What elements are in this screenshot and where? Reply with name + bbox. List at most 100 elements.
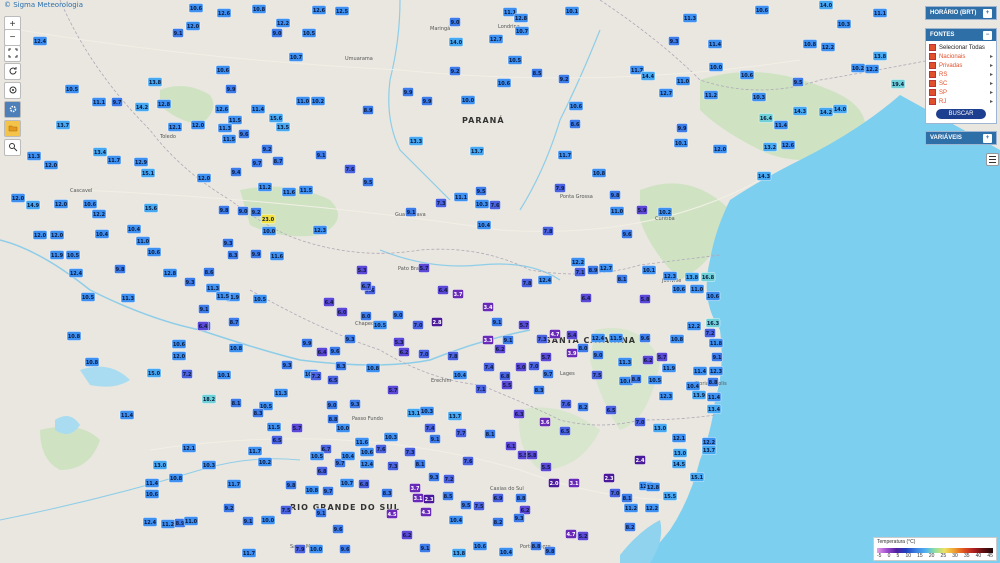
station-marker[interactable]: 8.8: [327, 414, 339, 424]
fontes-item-sc[interactable]: SC ▸: [926, 79, 996, 88]
station-marker[interactable]: 10.8: [84, 357, 100, 367]
station-marker[interactable]: 12.0: [10, 193, 26, 203]
station-marker[interactable]: 10.0: [460, 95, 476, 105]
station-marker[interactable]: 10.6: [144, 489, 160, 499]
station-marker[interactable]: 2.3: [603, 473, 615, 483]
station-marker[interactable]: 9.5: [475, 186, 487, 196]
station-marker[interactable]: 11.5: [298, 185, 314, 195]
station-marker[interactable]: 12.3: [658, 391, 674, 401]
fontes-item-rj[interactable]: RJ ▸: [926, 97, 996, 106]
station-marker[interactable]: 3.7: [452, 289, 464, 299]
station-marker[interactable]: 9.9: [301, 338, 313, 348]
station-marker[interactable]: 7.6: [375, 444, 387, 454]
station-marker[interactable]: 12.4: [32, 36, 48, 46]
station-marker[interactable]: 12.2: [275, 18, 291, 28]
station-marker[interactable]: 7.0: [634, 417, 646, 427]
station-marker[interactable]: 10.6: [671, 284, 687, 294]
station-marker[interactable]: 12.6: [311, 5, 327, 15]
station-marker[interactable]: 9.1: [429, 434, 441, 444]
station-marker[interactable]: 10.8: [365, 363, 381, 373]
station-marker[interactable]: 9.2: [223, 503, 235, 513]
station-marker[interactable]: 8.1: [484, 429, 496, 439]
station-marker[interactable]: 15.1: [140, 168, 156, 178]
station-marker[interactable]: 9.3: [222, 238, 234, 248]
station-marker[interactable]: 15.6: [268, 113, 284, 123]
station-marker[interactable]: 4.3: [420, 507, 432, 517]
station-marker[interactable]: 7.8: [521, 278, 533, 288]
station-marker[interactable]: 12.3: [662, 271, 678, 281]
variaveis-header[interactable]: VARIÁVEIS +: [926, 132, 996, 144]
zoom-out-button[interactable]: −: [4, 29, 21, 46]
station-marker[interactable]: 9.3: [344, 334, 356, 344]
station-marker[interactable]: 12.1: [181, 443, 197, 453]
station-marker[interactable]: 10.8: [168, 473, 184, 483]
station-marker[interactable]: 10.1: [564, 6, 580, 16]
station-marker[interactable]: 9.3: [184, 277, 196, 287]
station-marker[interactable]: 12.0: [712, 144, 728, 154]
checkbox-icon[interactable]: [929, 62, 936, 69]
station-marker[interactable]: 6.5: [605, 405, 617, 415]
station-marker[interactable]: 14.3: [792, 106, 808, 116]
station-marker[interactable]: 13.8: [872, 51, 888, 61]
station-marker[interactable]: 10.5: [507, 55, 523, 65]
station-marker[interactable]: 12.2: [864, 64, 880, 74]
station-marker[interactable]: 9.1: [491, 317, 503, 327]
station-marker[interactable]: 15.5: [662, 491, 678, 501]
station-marker[interactable]: 9.3: [668, 36, 680, 46]
checkbox-icon[interactable]: [929, 71, 936, 78]
station-marker[interactable]: 18.2: [201, 394, 217, 404]
station-marker[interactable]: 12.1: [167, 122, 183, 132]
station-marker[interactable]: 8.8: [515, 493, 527, 503]
station-marker[interactable]: 11.2: [703, 90, 719, 100]
fullscreen-button[interactable]: [4, 45, 21, 62]
station-marker[interactable]: 11.4: [706, 392, 722, 402]
station-marker[interactable]: 8.8: [630, 374, 642, 384]
station-marker[interactable]: 9.9: [250, 249, 262, 259]
station-marker[interactable]: 7.0: [609, 488, 621, 498]
station-marker[interactable]: 9.3: [513, 513, 525, 523]
station-marker[interactable]: 9.8: [285, 480, 297, 490]
station-marker[interactable]: 9.8: [218, 205, 230, 215]
station-marker[interactable]: 8.9: [362, 105, 374, 115]
station-marker[interactable]: 10.6: [188, 3, 204, 13]
station-marker[interactable]: 4.7: [565, 529, 577, 539]
station-marker[interactable]: 9.7: [542, 369, 554, 379]
station-marker[interactable]: 9.0: [592, 350, 604, 360]
station-marker[interactable]: 10.2: [257, 457, 273, 467]
station-marker[interactable]: 11.7: [241, 548, 257, 558]
station-marker[interactable]: 3.4: [482, 302, 494, 312]
station-marker[interactable]: 11.4: [692, 366, 708, 376]
station-marker[interactable]: 10.1: [641, 265, 657, 275]
station-marker[interactable]: 7.8: [542, 226, 554, 236]
station-marker[interactable]: 11.7: [557, 150, 573, 160]
station-marker[interactable]: 13.7: [55, 120, 71, 130]
station-marker[interactable]: 9.6: [621, 229, 633, 239]
station-marker[interactable]: 6.8: [358, 479, 370, 489]
station-marker[interactable]: 2.3: [423, 494, 435, 504]
station-marker[interactable]: 7.3: [435, 198, 447, 208]
station-marker[interactable]: 12.0: [32, 230, 48, 240]
station-marker[interactable]: 9.6: [639, 333, 651, 343]
station-marker[interactable]: 12.0: [196, 173, 212, 183]
station-marker[interactable]: 5.7: [291, 423, 303, 433]
station-marker[interactable]: 9.3: [281, 360, 293, 370]
variaveis-toggle[interactable]: +: [983, 133, 992, 143]
station-marker[interactable]: 5.5: [540, 462, 552, 472]
station-marker[interactable]: 12.7: [598, 263, 614, 273]
station-marker[interactable]: 13.5: [275, 122, 291, 132]
station-marker[interactable]: 11.9: [49, 250, 65, 260]
station-marker[interactable]: 10.6: [754, 5, 770, 15]
station-marker[interactable]: 9.3: [349, 399, 361, 409]
station-marker[interactable]: 2.8: [431, 317, 443, 327]
station-marker[interactable]: 10.0: [708, 62, 724, 72]
checkbox-icon[interactable]: [929, 53, 936, 60]
station-marker[interactable]: 9.7: [251, 158, 263, 168]
station-marker[interactable]: 3.9: [566, 348, 578, 358]
search-button[interactable]: [4, 139, 21, 156]
station-marker[interactable]: 11.0: [135, 236, 151, 246]
station-marker[interactable]: 9.1: [315, 150, 327, 160]
station-marker[interactable]: 6.8: [316, 466, 328, 476]
station-marker[interactable]: 13.1: [406, 408, 422, 418]
station-marker[interactable]: 13.8: [684, 272, 700, 282]
chevron-right-icon[interactable]: ▸: [990, 71, 993, 78]
